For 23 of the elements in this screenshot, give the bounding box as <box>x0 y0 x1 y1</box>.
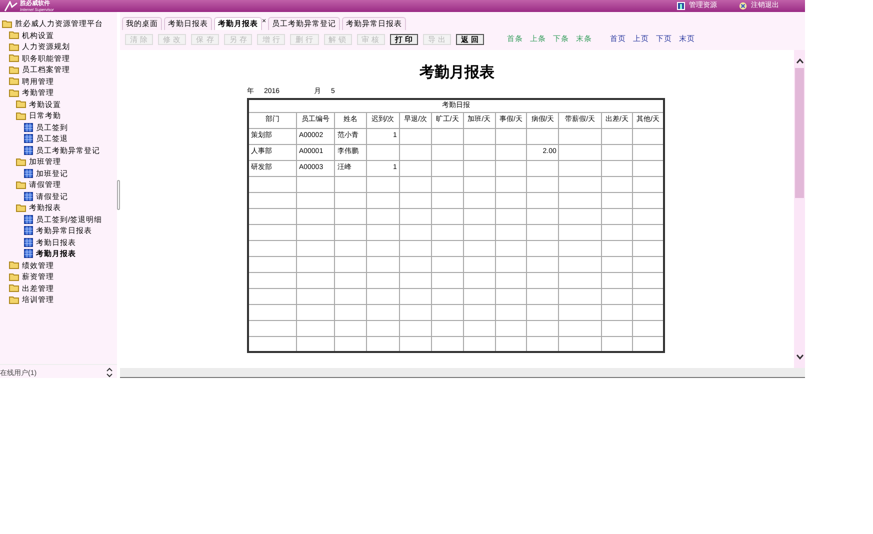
grid-document-icon <box>24 214 32 224</box>
grid-document-icon <box>24 146 32 155</box>
scrollbar-thumb[interactable] <box>795 68 804 198</box>
grid-document-icon <box>24 168 32 178</box>
scroll-up-icon[interactable] <box>796 58 804 64</box>
grid-document-icon <box>24 249 32 258</box>
expand-collapse-icon[interactable] <box>106 367 113 378</box>
grid-document-icon <box>24 226 32 236</box>
folder-icon <box>16 180 26 189</box>
report-title: 考勤月报表 <box>418 63 496 83</box>
grid-document-icon <box>24 238 32 247</box>
close-icon <box>739 2 747 10</box>
grid-document-icon <box>24 122 32 132</box>
folder-icon <box>16 204 26 212</box>
grid-document-icon <box>24 192 32 201</box>
splitter-handle[interactable] <box>117 180 120 210</box>
logo-icon <box>4 1 18 12</box>
horizontal-scrollbar[interactable] <box>120 368 805 378</box>
grid-document-icon <box>24 134 32 144</box>
vertical-scrollbar[interactable] <box>794 50 805 368</box>
folder-icon <box>16 158 26 166</box>
scroll-down-icon[interactable] <box>796 354 804 360</box>
book-icon <box>677 2 685 10</box>
